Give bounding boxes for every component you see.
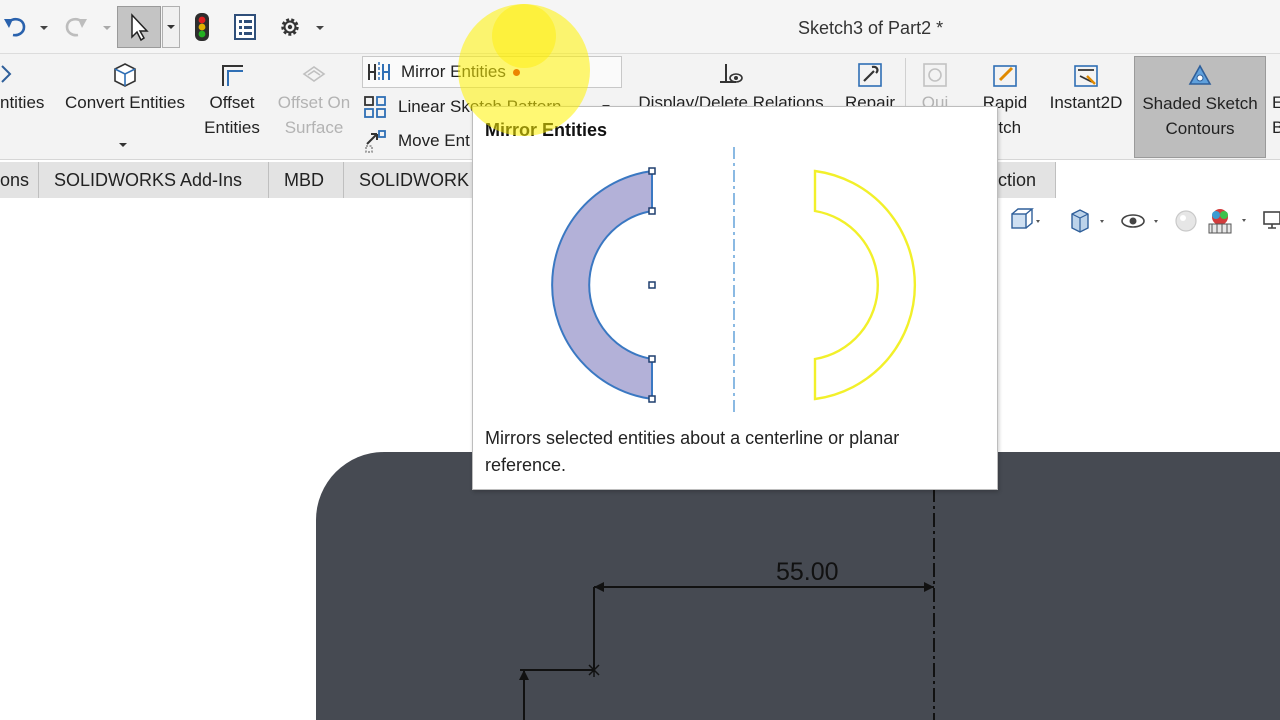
dimension-value[interactable]: 55.00: [776, 558, 839, 587]
handle-point: [648, 395, 656, 403]
original-half-ring: [551, 169, 653, 401]
mirrored-half-ring: [813, 169, 917, 401]
center-point: [648, 281, 656, 289]
mirror-illustration: [551, 147, 917, 413]
tooltip-description: Mirrors selected entities about a center…: [485, 428, 900, 475]
sketch-arrow: [519, 670, 529, 680]
handle-point: [648, 207, 656, 215]
mirror-entities-tooltip: Mirror Entities Mirrors selected entitie…: [472, 106, 998, 490]
handle-point: [648, 167, 656, 175]
cursor-highlight-core: [492, 4, 556, 68]
handle-point: [648, 355, 656, 363]
